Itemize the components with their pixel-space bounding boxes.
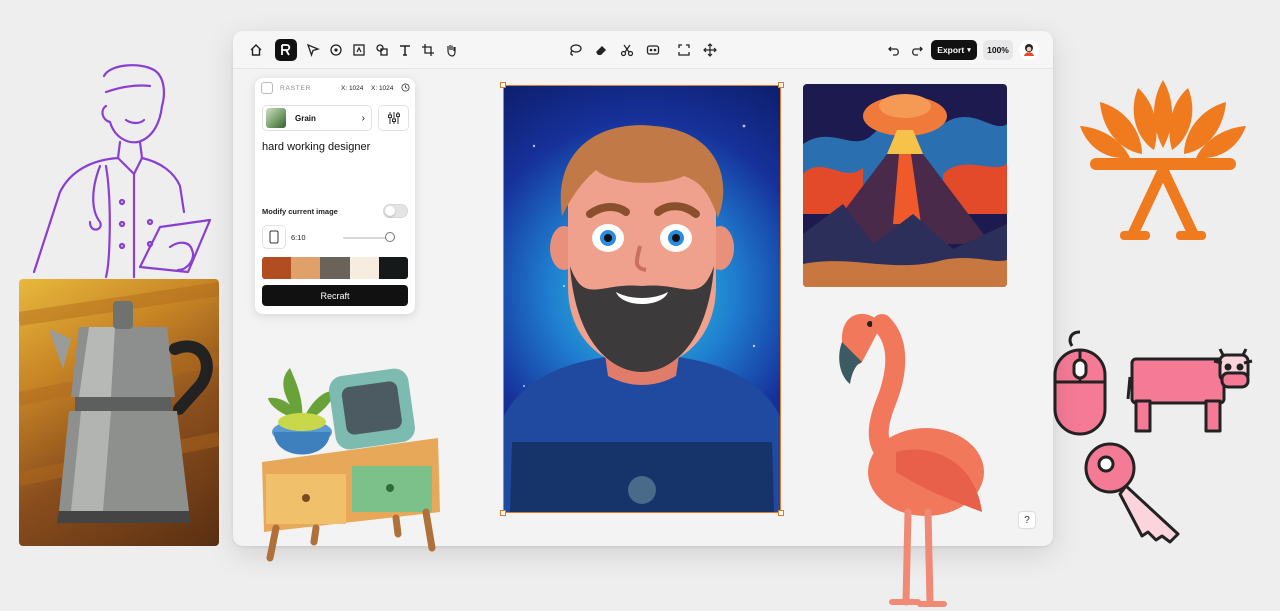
help-button[interactable]: ? bbox=[1018, 511, 1036, 529]
zoom-level-button[interactable]: 100% bbox=[983, 40, 1013, 60]
modify-label: Modify current image bbox=[262, 207, 338, 216]
palette-swatch[interactable] bbox=[378, 257, 408, 279]
upscale-icon[interactable] bbox=[673, 39, 695, 61]
prompt-textarea[interactable]: hard working designer bbox=[262, 141, 370, 153]
resize-handle-top-right[interactable] bbox=[778, 82, 784, 88]
aspect-ratio-value: 6:10 bbox=[291, 233, 306, 242]
magic-icon[interactable] bbox=[642, 39, 664, 61]
palette-swatch[interactable] bbox=[320, 257, 350, 279]
style-thumbnail bbox=[266, 108, 286, 128]
undo-icon[interactable] bbox=[883, 39, 905, 61]
moka-pot-image bbox=[19, 279, 219, 546]
panel-header: RASTER X: 1024 X: 1024 bbox=[261, 82, 410, 98]
portrait-ratio-icon bbox=[269, 230, 279, 244]
style-selector[interactable]: Grain › bbox=[262, 105, 372, 131]
cabinet-tv-plant-image bbox=[262, 368, 440, 562]
cow-icon bbox=[1126, 348, 1253, 433]
palette-swatch[interactable] bbox=[262, 257, 292, 279]
selection-frame bbox=[503, 85, 781, 513]
lasso-icon[interactable] bbox=[564, 39, 586, 61]
text-icon[interactable] bbox=[394, 39, 416, 61]
logo-menu-icon[interactable] bbox=[275, 39, 297, 61]
doctor-illustration bbox=[32, 64, 212, 279]
resize-handle-bottom-left[interactable] bbox=[500, 510, 506, 516]
raster-icon bbox=[261, 82, 273, 94]
color-palette[interactable] bbox=[262, 257, 408, 279]
sliders-icon bbox=[387, 112, 400, 124]
circle-select-icon[interactable] bbox=[325, 39, 347, 61]
key-icon bbox=[1084, 442, 1180, 544]
redo-icon[interactable] bbox=[906, 39, 928, 61]
palette-swatch[interactable] bbox=[291, 257, 321, 279]
brand-logo-icon bbox=[1080, 80, 1246, 240]
resize-handle-top-left[interactable] bbox=[500, 82, 506, 88]
width-field[interactable]: X: 1024 bbox=[341, 85, 363, 92]
history-icon[interactable] bbox=[401, 83, 410, 94]
style-settings-button[interactable] bbox=[378, 105, 409, 131]
palette-swatch[interactable] bbox=[349, 257, 379, 279]
mouse-icon bbox=[1053, 330, 1107, 436]
resize-handle-bottom-right[interactable] bbox=[778, 510, 784, 516]
toolbar: Export ▾ 100% bbox=[233, 31, 1053, 69]
frame-icon[interactable] bbox=[348, 39, 370, 61]
export-button[interactable]: Export ▾ bbox=[931, 40, 977, 60]
home-icon[interactable] bbox=[245, 39, 267, 61]
flamingo-image bbox=[839, 313, 984, 607]
style-name: Grain bbox=[295, 113, 316, 123]
crop-icon[interactable] bbox=[417, 39, 439, 61]
recraft-button[interactable]: Recraft bbox=[262, 285, 408, 306]
move-icon[interactable] bbox=[699, 39, 721, 61]
raster-panel: RASTER X: 1024 X: 1024 Grain › hard work… bbox=[255, 78, 415, 314]
chevron-down-icon: ▾ bbox=[967, 47, 971, 54]
chevron-right-icon: › bbox=[361, 112, 365, 124]
modify-toggle[interactable] bbox=[383, 204, 408, 218]
scissors-icon[interactable] bbox=[616, 39, 638, 61]
aspect-ratio-button[interactable] bbox=[262, 225, 286, 249]
avatar[interactable] bbox=[1019, 40, 1039, 60]
select-icon[interactable] bbox=[302, 39, 324, 61]
volcano-image[interactable] bbox=[803, 84, 1007, 287]
vector-icon[interactable] bbox=[371, 39, 393, 61]
aspect-ratio-slider-handle[interactable] bbox=[385, 232, 395, 242]
height-field[interactable]: X: 1024 bbox=[371, 85, 393, 92]
hand-icon[interactable] bbox=[440, 39, 462, 61]
mode-label: RASTER bbox=[280, 85, 312, 92]
export-label: Export bbox=[937, 45, 965, 55]
eraser-icon[interactable] bbox=[590, 39, 612, 61]
